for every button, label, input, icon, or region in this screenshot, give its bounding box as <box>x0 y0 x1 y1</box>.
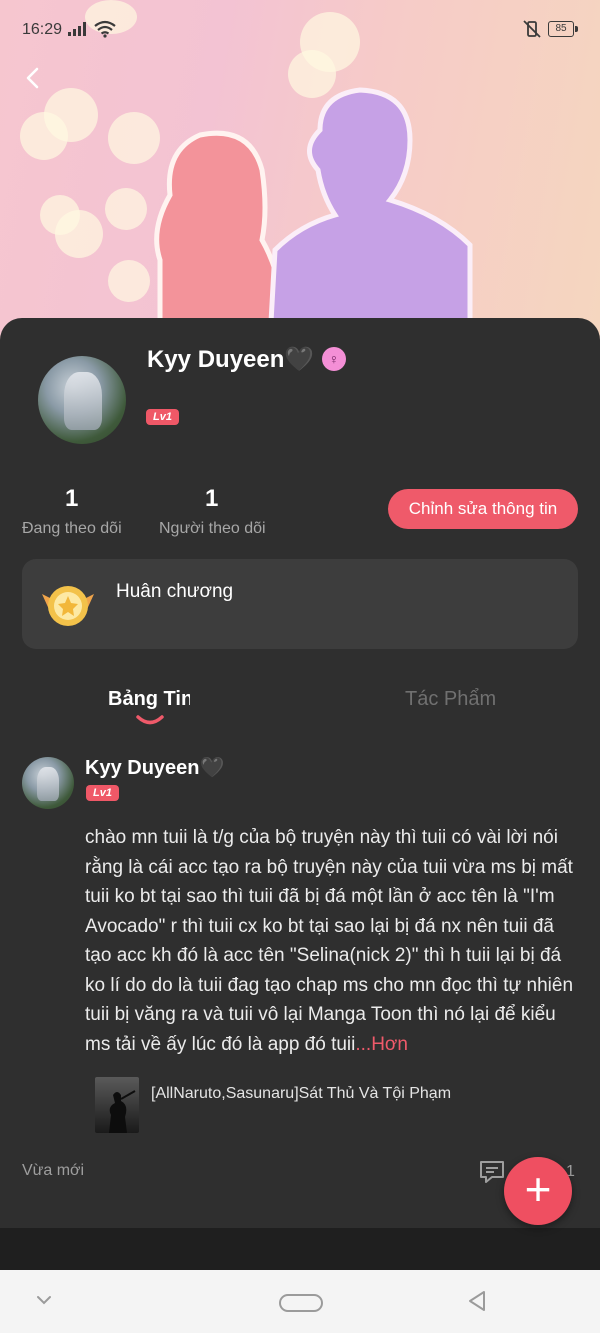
post-author-avatar[interactable] <box>22 757 74 809</box>
female-icon: ♀ <box>322 347 346 371</box>
back-arrow-icon[interactable] <box>22 66 46 90</box>
comment-icon[interactable] <box>478 1158 506 1186</box>
book-cover[interactable] <box>95 1077 139 1133</box>
post-body[interactable]: chào mn tuii là t/g của bộ truyện này th… <box>85 823 575 1059</box>
plus-icon: + <box>524 1163 552 1215</box>
following-label[interactable]: Đang theo dõi <box>22 520 122 538</box>
status-time: 16:29 <box>22 21 63 38</box>
followers-label[interactable]: Người theo dõi <box>159 520 266 538</box>
post-timestamp: Vừa mới <box>22 1162 85 1179</box>
wifi-icon <box>94 20 116 38</box>
vibrate-off-icon <box>523 20 541 38</box>
level-badge: Lv1 <box>146 409 179 425</box>
status-bar: 16:29 85 <box>0 0 600 60</box>
tab-works[interactable]: Tác Phẩm <box>405 688 496 711</box>
following-count[interactable]: 1 <box>65 485 78 513</box>
profile-name: Kyy Duyeen🖤 <box>147 346 315 373</box>
tab-news-feed[interactable]: Bảng Tin <box>108 688 190 711</box>
medal-panel[interactable] <box>22 559 578 649</box>
nav-collapse-icon[interactable] <box>36 1293 52 1307</box>
nav-home-button[interactable] <box>279 1294 323 1312</box>
medal-label: Huân chương <box>116 581 234 602</box>
profile-avatar[interactable] <box>38 356 126 444</box>
tab-active-indicator <box>136 715 164 725</box>
post-text: chào mn tuii là t/g của bộ truyện này th… <box>85 827 574 1055</box>
create-post-button[interactable]: + <box>504 1157 572 1225</box>
nav-back-icon[interactable] <box>467 1290 487 1312</box>
post-author-name[interactable]: Kyy Duyeen🖤 <box>85 755 224 780</box>
book-title-link[interactable]: [AllNaruto,Sasunaru]Sát Thủ Và Tội Phạm <box>151 1085 451 1103</box>
battery-indicator: 85 <box>548 21 578 37</box>
read-more-link[interactable]: ...Hơn <box>355 1034 408 1055</box>
edit-profile-button[interactable]: Chỉnh sửa thông tin <box>388 489 578 529</box>
medal-icon <box>42 586 94 626</box>
followers-count[interactable]: 1 <box>205 485 218 513</box>
book-cover-art <box>109 1090 136 1133</box>
post-level-badge: Lv1 <box>86 785 119 801</box>
signal-icon <box>68 22 86 36</box>
